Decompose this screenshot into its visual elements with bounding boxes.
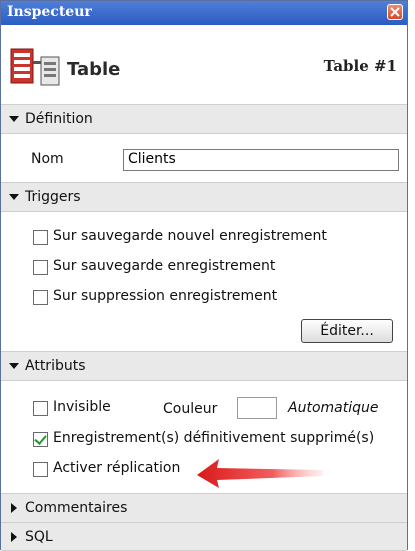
trigger-save-label: Sur sauvegarde enregistrement — [53, 258, 276, 274]
inspector-header: Table Table #1 — [1, 25, 407, 99]
section-triggers-header[interactable]: Triggers — [1, 182, 407, 212]
inspector-panel: Inspecteur Table Table #1 Définition Nom… — [0, 0, 408, 551]
table-number: Table #1 — [323, 57, 397, 75]
section-definition-label: Définition — [25, 111, 93, 127]
invisible-checkbox[interactable] — [33, 401, 48, 416]
trigger-new-save-checkbox[interactable] — [33, 230, 48, 245]
color-swatch[interactable] — [237, 397, 277, 419]
color-value: Automatique — [288, 400, 379, 416]
trigger-save-checkbox[interactable] — [33, 260, 48, 275]
section-definition-header[interactable]: Définition — [1, 104, 407, 134]
section-sql-header[interactable]: SQL — [1, 522, 407, 551]
trigger-new-save-label: Sur sauvegarde nouvel enregistrement — [53, 228, 327, 244]
edit-button[interactable]: Éditer... — [301, 319, 393, 343]
color-label: Couleur — [163, 401, 218, 417]
chevron-right-icon — [11, 503, 17, 513]
replication-label: Activer réplication — [53, 460, 181, 476]
section-comments-label: Commentaires — [25, 500, 128, 516]
section-sql-label: SQL — [25, 529, 53, 545]
chevron-right-icon — [11, 532, 17, 542]
chevron-down-icon — [9, 194, 19, 200]
close-icon[interactable] — [387, 4, 403, 20]
section-attributes-header[interactable]: Attributs — [1, 351, 407, 381]
permanent-delete-label: Enregistrement(s) définitivement supprim… — [53, 430, 375, 446]
invisible-label: Invisible — [53, 399, 111, 415]
replication-checkbox[interactable] — [33, 462, 48, 477]
chevron-down-icon — [9, 116, 19, 122]
permanent-delete-checkbox[interactable] — [33, 432, 48, 447]
trigger-delete-label: Sur suppression enregistrement — [53, 288, 278, 304]
window-title: Inspecteur — [7, 4, 92, 20]
trigger-delete-checkbox[interactable] — [33, 290, 48, 305]
section-attributes-label: Attributs — [25, 358, 86, 374]
section-comments-header[interactable]: Commentaires — [1, 493, 407, 523]
red-arrow-icon — [197, 459, 323, 488]
name-label: Nom — [31, 151, 64, 167]
titlebar[interactable]: Inspecteur — [1, 1, 407, 25]
table-icon — [10, 48, 60, 86]
table-name-field[interactable]: Clients — [123, 149, 399, 171]
chevron-down-icon — [9, 363, 19, 369]
section-triggers-label: Triggers — [25, 189, 81, 205]
object-type: Table — [67, 59, 121, 80]
